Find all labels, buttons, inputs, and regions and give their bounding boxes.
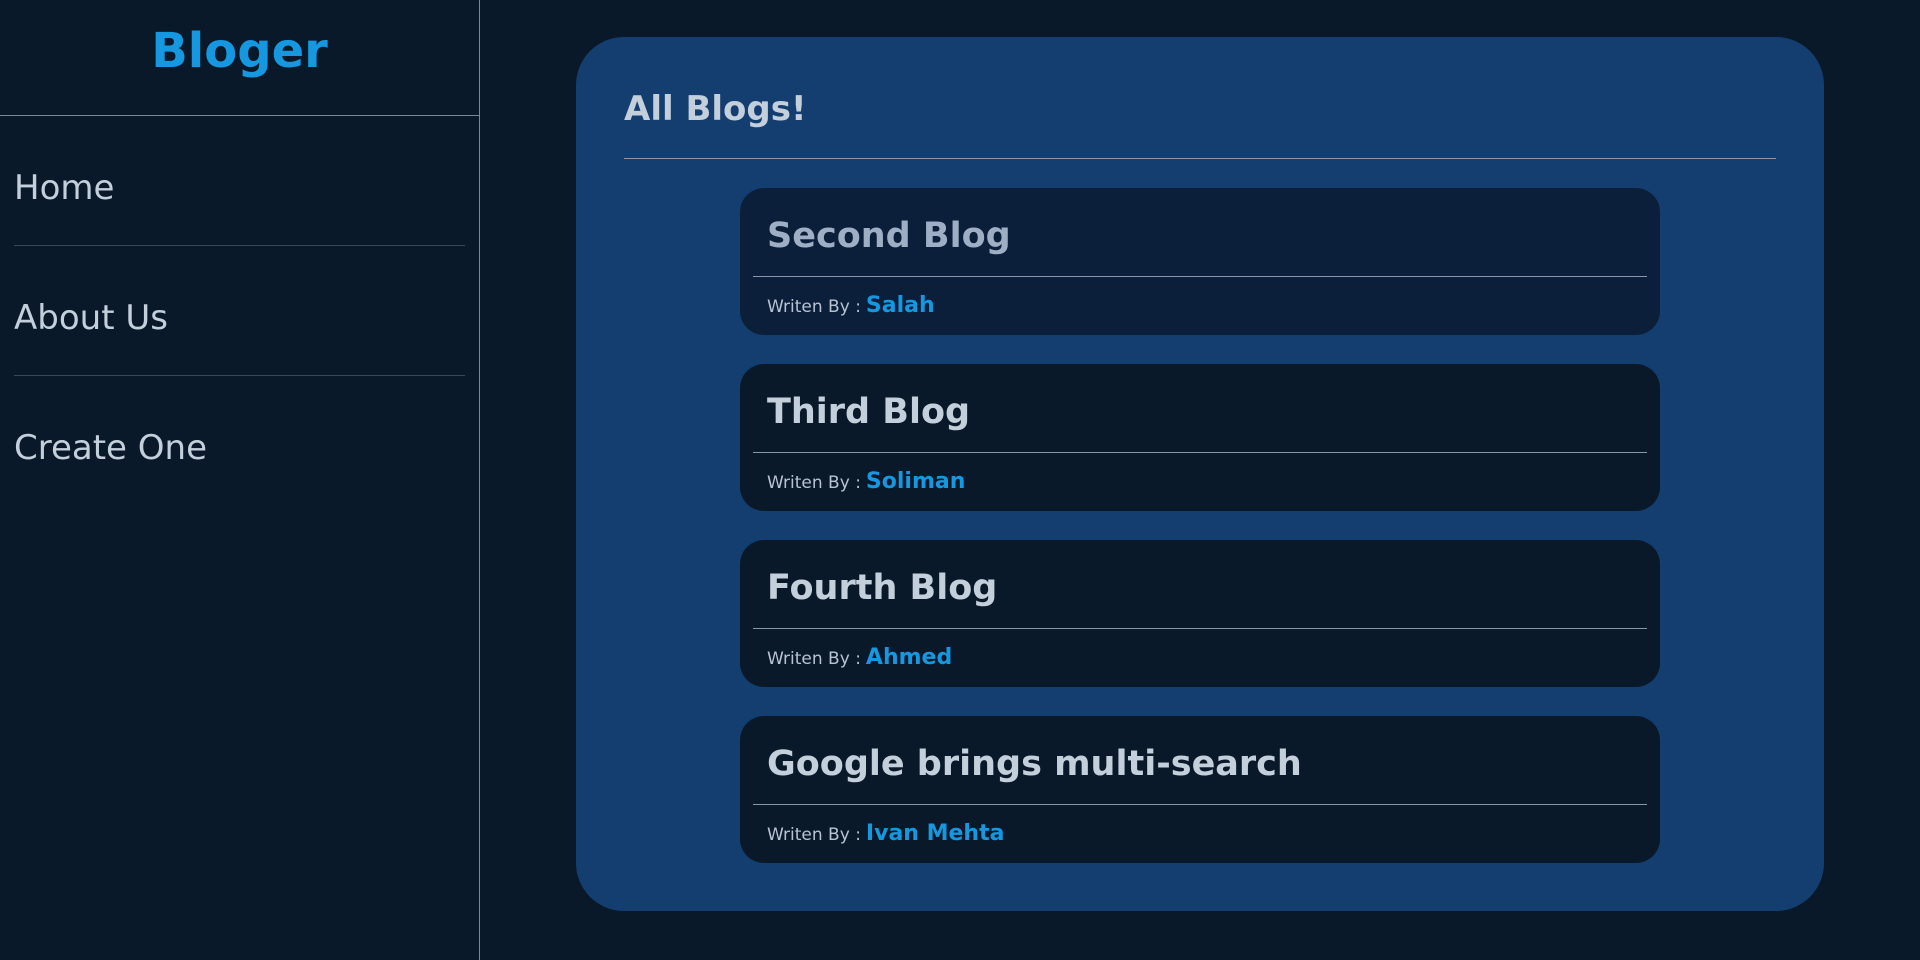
- nav-item-about-us[interactable]: About Us: [14, 246, 465, 376]
- blog-divider: [753, 276, 1647, 277]
- blog-list: Second Blog Writen By : Salah Third Blog…: [740, 188, 1660, 892]
- blog-author: Ahmed: [865, 645, 953, 670]
- blog-card[interactable]: Fourth Blog Writen By : Ahmed: [740, 540, 1660, 687]
- blog-author: Ivan Mehta: [865, 821, 1005, 846]
- nav-item-home[interactable]: Home: [14, 116, 465, 246]
- written-by-label: Writen By :: [767, 297, 861, 317]
- blog-meta: Writen By : Ahmed: [767, 645, 952, 670]
- sidebar: Bloger Home About Us Create One: [0, 0, 480, 960]
- blog-divider: [753, 452, 1647, 453]
- blog-author: Salah: [865, 293, 935, 318]
- blog-title[interactable]: Google brings multi-search: [767, 744, 1302, 784]
- title-divider: [624, 158, 1776, 159]
- blog-meta: Writen By : Salah: [767, 293, 935, 318]
- written-by-label: Writen By :: [767, 649, 861, 669]
- blog-title[interactable]: Second Blog: [767, 216, 1011, 256]
- blog-divider: [753, 628, 1647, 629]
- blog-card[interactable]: Google brings multi-search Writen By : I…: [740, 716, 1660, 863]
- blog-meta: Writen By : Soliman: [767, 469, 965, 494]
- sidebar-nav: Home About Us Create One: [0, 116, 479, 506]
- page-title: All Blogs!: [624, 89, 807, 129]
- blog-meta: Writen By : Ivan Mehta: [767, 821, 1004, 846]
- blog-divider: [753, 804, 1647, 805]
- nav-item-create-one[interactable]: Create One: [14, 376, 465, 506]
- blog-title[interactable]: Third Blog: [767, 392, 970, 432]
- brand-header: Bloger: [0, 0, 479, 116]
- written-by-label: Writen By :: [767, 825, 861, 845]
- blog-card[interactable]: Third Blog Writen By : Soliman: [740, 364, 1660, 511]
- brand-logo[interactable]: Bloger: [151, 23, 328, 79]
- blog-title[interactable]: Fourth Blog: [767, 568, 997, 608]
- written-by-label: Writen By :: [767, 473, 861, 493]
- blog-author: Soliman: [865, 469, 966, 494]
- blogs-panel: All Blogs! Second Blog Writen By : Salah…: [576, 37, 1824, 911]
- blog-card[interactable]: Second Blog Writen By : Salah: [740, 188, 1660, 335]
